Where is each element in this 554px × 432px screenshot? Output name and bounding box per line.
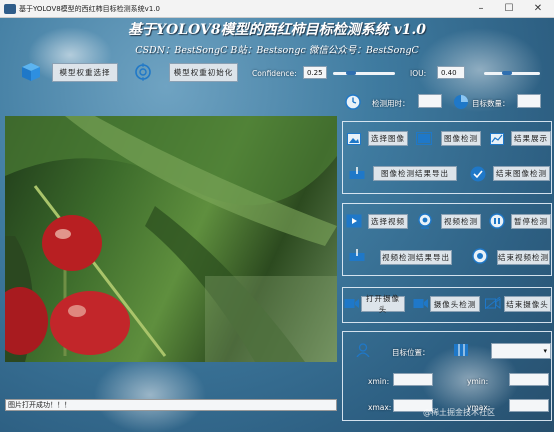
open-camera-button[interactable]: 打开摄像头 [361, 294, 405, 314]
user-icon [356, 343, 370, 357]
select-weights-button[interactable]: 模型权重选择 [52, 63, 118, 82]
target-position-label: 目标位置： [392, 348, 430, 357]
target-select[interactable]: ▾ [491, 343, 551, 359]
xmin-value [393, 373, 433, 386]
end-image-detect-button[interactable]: 结束图像检测 [493, 166, 550, 181]
camera-detect-button[interactable]: 摄像头检测 [430, 296, 480, 312]
init-weights-button[interactable]: 模型权重初始化 [169, 63, 238, 82]
video-icon [346, 214, 362, 228]
image-export-icon [349, 167, 365, 179]
image-detect-button[interactable]: 图像检测 [441, 131, 481, 146]
iou-label: IOU: [410, 69, 427, 78]
time-value [418, 94, 442, 108]
confidence-label: Confidence: [252, 69, 297, 78]
line-chart-icon [490, 133, 504, 145]
xmax-label: xmax: [368, 403, 392, 412]
image-scan-icon [416, 132, 432, 145]
end-video-detect-button[interactable]: 结束视频检测 [497, 250, 550, 265]
video-export-button[interactable]: 视频检测结果导出 [380, 250, 452, 265]
status-bar: 图片打开成功！！！ [5, 399, 337, 411]
xmin-label: xmin: [368, 377, 390, 386]
pause-detect-button[interactable]: 暂停检测 [511, 214, 551, 229]
cube-icon [22, 63, 40, 81]
count-value [517, 94, 541, 108]
webcam-icon [418, 213, 432, 229]
iou-spinbox[interactable]: 0.40 [437, 66, 465, 79]
title-bar: 基于YOLOV8模型的西红柿目标检测系统v1.0 – ☐ ✕ [0, 0, 554, 18]
target-icon [135, 63, 151, 81]
pie-chart-icon [454, 95, 468, 109]
end-camera-button[interactable]: 结束摄像头 [504, 296, 551, 312]
select-video-button[interactable]: 选择视频 [368, 214, 408, 229]
confidence-slider-handle[interactable] [346, 71, 356, 75]
app-icon [4, 3, 16, 14]
chevron-down-icon: ▾ [543, 347, 547, 355]
clock-icon [345, 94, 361, 110]
image-export-button[interactable]: 图像检测结果导出 [373, 166, 457, 181]
app-window: 基于YOLOV8模型的西红柿目标检测系统v1.0 – ☐ ✕ 基于YOLOV8模… [0, 0, 554, 432]
stop-circle-icon [472, 248, 488, 264]
ymin-value [509, 373, 549, 386]
confidence-spinbox[interactable]: 0.25 [303, 66, 327, 79]
watermark: @稀土掘金技术社区 [423, 408, 495, 417]
confidence-slider[interactable] [333, 71, 395, 75]
detection-image [5, 116, 337, 362]
camera-icon [344, 299, 359, 308]
count-label: 目标数量： [472, 99, 510, 108]
camera-detect-icon [413, 299, 428, 308]
grid-icon [454, 344, 468, 356]
check-circle-icon [470, 166, 486, 182]
ymin-label: ymin: [467, 377, 489, 386]
video-export-icon [349, 249, 365, 261]
maximize-icon[interactable]: ☐ [495, 0, 523, 18]
image-icon [347, 133, 361, 145]
time-label: 检测用时： [372, 99, 410, 108]
close-icon[interactable]: ✕ [524, 0, 552, 18]
select-image-button[interactable]: 选择图像 [368, 131, 408, 146]
camera-off-icon [485, 297, 501, 309]
iou-slider-handle[interactable] [502, 71, 512, 75]
page-title: 基于YOLOV8模型的西红柿目标检测系统 v1.0 [128, 22, 426, 38]
pause-icon [489, 213, 505, 229]
minimize-icon[interactable]: – [467, 0, 495, 18]
window-title: 基于YOLOV8模型的西红柿目标检测系统v1.0 [19, 4, 160, 13]
ymax-value [509, 399, 549, 412]
video-detect-button[interactable]: 视频检测 [441, 214, 481, 229]
result-show-button[interactable]: 结果展示 [511, 131, 551, 146]
page-subtitle: CSDN：BestSongC B站：Bestsongc 微信公众号：BestSo… [135, 45, 419, 56]
iou-slider[interactable] [484, 71, 540, 75]
